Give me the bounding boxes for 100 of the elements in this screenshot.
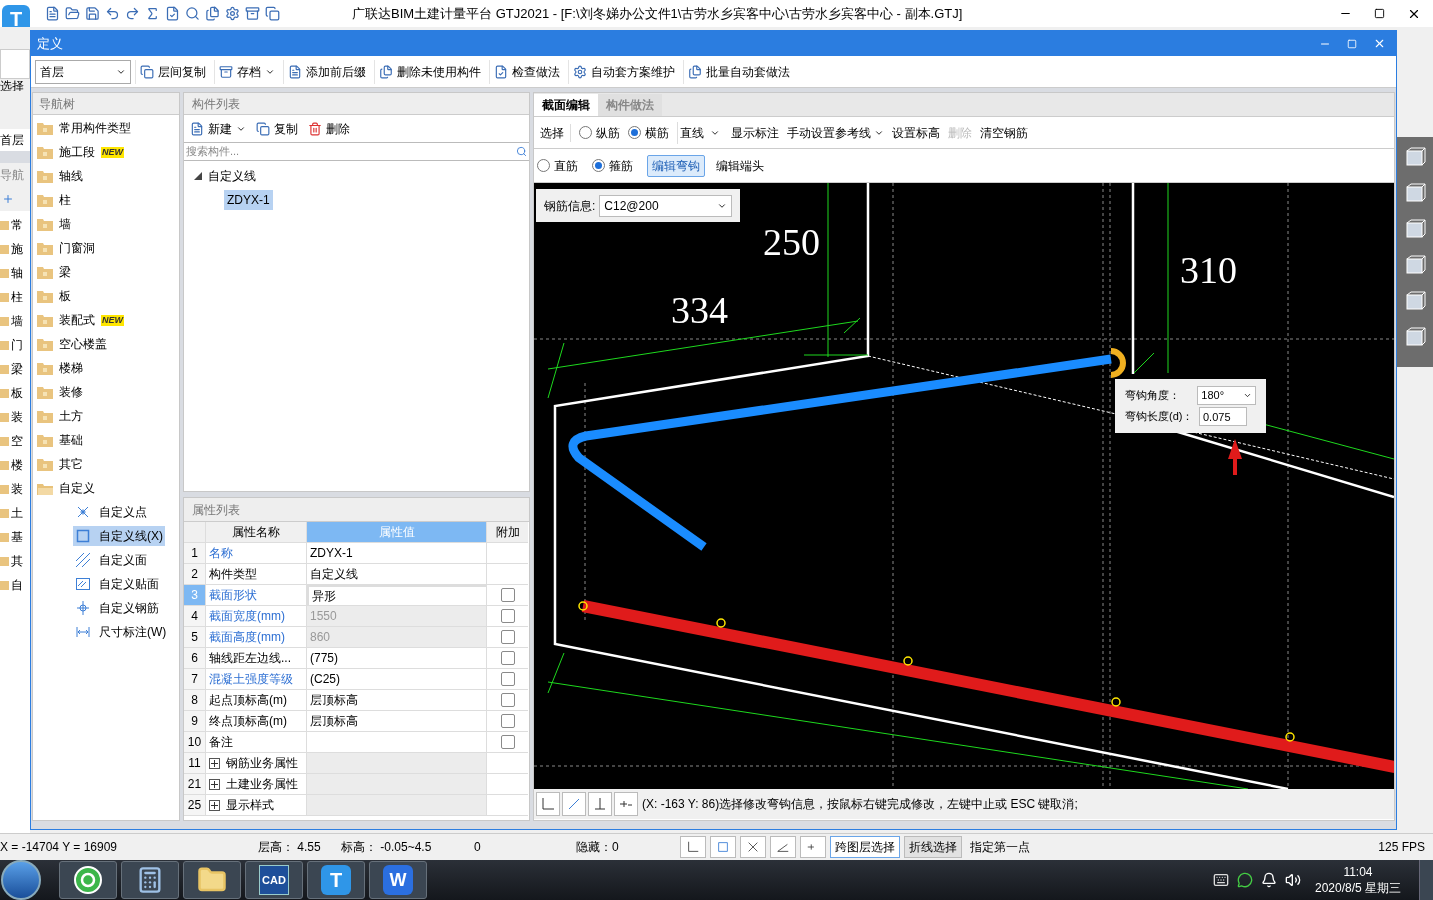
tree-item[interactable]: 基础 [59,431,83,449]
radio-button[interactable] [592,159,605,172]
tool-button[interactable]: 手动设置参考线 [787,123,884,142]
floor-select[interactable]: 首层 [0,129,30,151]
property-value[interactable]: (775) [307,648,487,669]
maximize-icon[interactable] [1347,38,1357,49]
view-tool-icon[interactable] [1404,219,1426,241]
tree-item[interactable]: 轴 [11,264,23,282]
taskbar-app[interactable]: W [369,861,427,899]
taskbar-app[interactable]: CAD [245,861,303,899]
tree-item[interactable]: ZDYX-1 [224,190,273,210]
tree-item[interactable]: 基 [11,528,23,546]
tool-button[interactable]: 设置标高 [892,123,940,142]
action-button[interactable]: 新建 [188,119,248,138]
checkbox[interactable] [500,735,515,749]
view-tool-icon[interactable] [1404,327,1426,349]
snap-tool-button[interactable] [536,792,560,816]
rebar-info-select[interactable]: C12@200 [599,194,732,217]
tree-item[interactable]: 常用构件类型 [59,119,131,137]
tool-button[interactable]: 编辑弯钩 [647,154,705,177]
tree-item[interactable]: 梁 [11,360,23,378]
tree-item[interactable]: 土 [11,504,23,522]
tree-item[interactable]: 自定义线 [208,167,256,185]
checkbox[interactable] [500,672,515,686]
tree-item[interactable]: 门窗洞 [59,239,95,257]
tree-item[interactable]: 空心楼盖 [59,335,107,353]
view-tool-icon[interactable] [1404,183,1426,205]
line-type-select[interactable]: 直线 [677,121,723,144]
toolbar-icon[interactable] [165,6,180,21]
checkbox[interactable] [500,588,515,602]
tab[interactable]: 截面编辑 [534,94,598,116]
mode-button[interactable]: 跨图层选择 [830,836,900,858]
mode-button[interactable]: 折线选择 [904,836,962,858]
property-value[interactable]: 自定义线 [307,564,487,585]
property-value[interactable]: ZDYX-1 [307,543,487,564]
action-button[interactable]: 删除 [306,119,352,138]
view-tool-icon[interactable] [1404,255,1426,277]
tool-button[interactable]: 编辑端头 [711,154,769,177]
radio-button[interactable] [537,159,550,172]
property-value[interactable]: 层顶标高 [307,711,487,732]
toolbar-icon[interactable] [105,6,120,21]
chat-icon[interactable] [1236,872,1253,888]
tree-item[interactable]: 自定义面 [73,550,149,570]
tree-item[interactable]: 楼梯 [59,359,83,377]
tree-item[interactable]: 自 [11,576,23,594]
collapse-caret-icon[interactable] [194,172,202,180]
toolbar-icon[interactable] [185,6,200,21]
tree-item[interactable]: 装修 [59,383,83,401]
property-value[interactable]: (C25) [307,669,487,690]
tree-item[interactable]: 板 [59,287,71,305]
tool-button[interactable]: 显示标注 [731,123,779,142]
start-button[interactable] [1,860,41,900]
tree-item[interactable]: 自定义线(X) [73,526,165,546]
tree-item[interactable]: 其 [11,552,23,570]
restore-icon[interactable] [1374,8,1385,19]
taskbar-app[interactable] [121,861,179,899]
checkbox[interactable] [500,714,515,728]
drawing-canvas[interactable]: 250 334 310 钢筋信息: C12@200 弯钩角度： 180° 弯钩长度(d)： 0.075 [534,183,1394,789]
action-button[interactable]: 复制 [254,119,300,138]
property-value[interactable]: 层顶标高 [307,690,487,711]
expand-icon[interactable] [209,757,220,769]
toolbar-icon[interactable] [85,6,100,21]
toolbar-icon[interactable] [45,6,60,21]
checkbox[interactable] [500,651,515,665]
taskbar-app[interactable] [59,861,117,899]
tree-item[interactable]: 墙 [11,312,23,330]
radio-button[interactable] [628,126,641,139]
tree-item[interactable]: 柱 [11,288,23,306]
toolbar-icon[interactable] [265,6,280,21]
tree-item[interactable]: 施 [11,240,23,258]
radio-button[interactable] [579,126,592,139]
length-input[interactable]: 0.075 [1199,407,1247,426]
tree-item[interactable]: 楼 [11,456,23,474]
tree-item[interactable]: 土方 [59,407,83,425]
tool-button[interactable] [770,836,796,858]
volume-icon[interactable] [1284,872,1301,888]
toolbar-icon[interactable] [225,6,240,21]
tool-button[interactable]: 清空钢筋 [980,123,1028,142]
angle-select[interactable]: 180° [1197,386,1256,405]
tree-item[interactable]: 施工段 [59,143,95,161]
keyboard-icon[interactable] [1212,872,1229,888]
tree-item[interactable]: 轴线 [59,167,83,185]
tree-item[interactable]: 自定义 [59,479,95,497]
tree-item[interactable]: 空 [11,432,23,450]
toolbar-icon[interactable] [65,6,80,21]
checkbox[interactable] [500,693,515,707]
snap-tool-button[interactable] [614,792,638,816]
tree-item[interactable]: 自定义贴面 [73,574,161,594]
tree-item[interactable]: 墙 [59,215,71,233]
toolbar-icon[interactable] [145,6,160,21]
floor-select[interactable]: 首层 [35,59,131,84]
tree-item[interactable]: 装 [11,408,23,426]
expand-icon[interactable] [209,799,220,811]
tree-item[interactable]: 板 [11,384,23,402]
add-icon[interactable] [2,193,14,205]
tree-item[interactable]: 装配式 [59,311,95,329]
toolbar-icon[interactable] [125,6,140,21]
snap-tool-button[interactable] [588,792,612,816]
tree-item[interactable]: 门 [11,336,23,354]
expand-icon[interactable] [209,778,220,790]
